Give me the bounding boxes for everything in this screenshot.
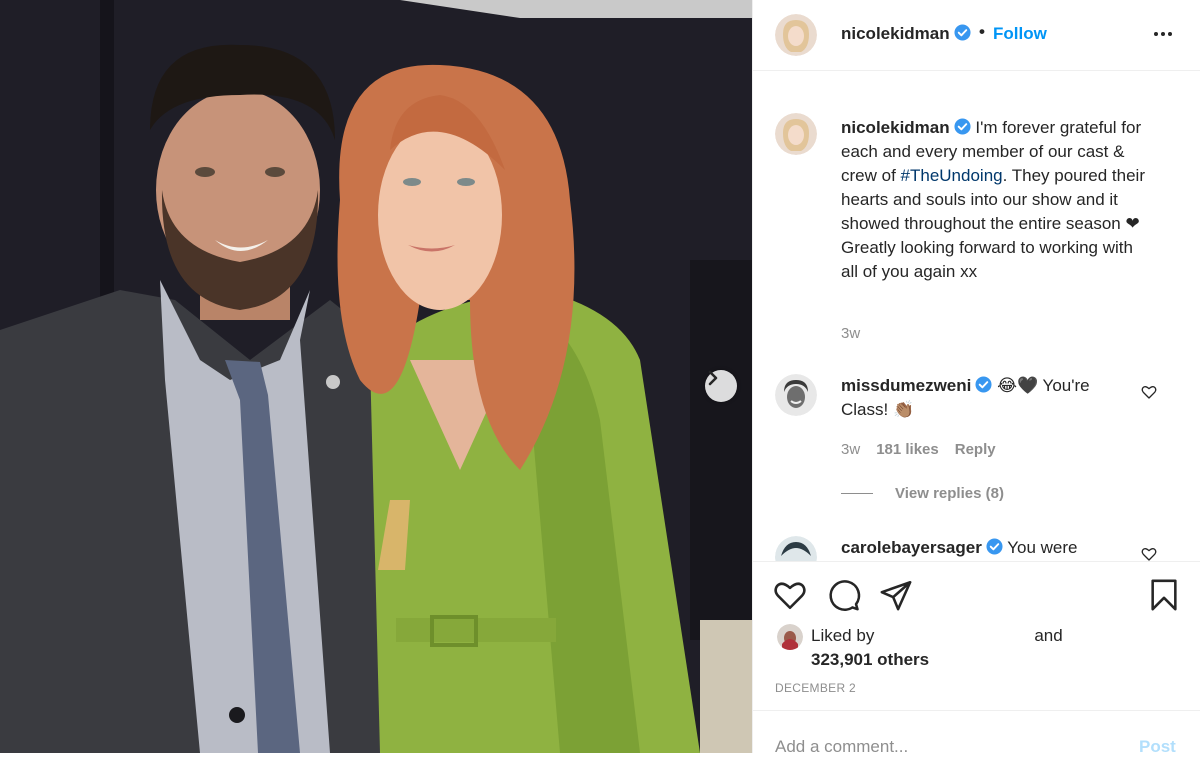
more-icon: [1154, 32, 1172, 36]
commenter-avatar[interactable]: [775, 536, 817, 561]
post-header: nicolekidman • Follow: [753, 0, 1200, 71]
commenter-avatar[interactable]: [775, 374, 817, 416]
comment-like-button[interactable]: [1141, 546, 1157, 561]
caption-author-avatar[interactable]: [775, 113, 817, 155]
comment-input[interactable]: [775, 737, 1105, 757]
comment-button[interactable]: [827, 578, 861, 617]
reply-button[interactable]: Reply: [955, 441, 996, 458]
next-photo-button[interactable]: [705, 370, 737, 402]
comment-like-button[interactable]: [1141, 384, 1157, 405]
liked-by-text: Liked by and 323,901 others: [811, 624, 1151, 672]
separator-dot: •: [979, 22, 985, 41]
comment-likes-count[interactable]: 181 likes: [876, 441, 939, 458]
hashtag-link[interactable]: #TheUndoing: [901, 166, 1003, 185]
liked-by-prefix: Liked by: [811, 626, 875, 645]
caption-timestamp[interactable]: 3w: [841, 325, 860, 342]
comment-timestamp[interactable]: 3w: [841, 441, 860, 458]
like-button[interactable]: [773, 578, 807, 617]
verified-badge-icon: [986, 538, 1003, 555]
likes-count-link[interactable]: 323,901 others: [811, 650, 929, 669]
heart-icon: [774, 582, 806, 610]
heart-outline-icon: [1141, 548, 1157, 561]
paper-plane-icon: [880, 580, 912, 611]
bookmark-icon: [1151, 579, 1177, 611]
comments-section[interactable]: nicolekidman I'm forever grateful for ea…: [753, 71, 1200, 561]
chevron-right-icon: [708, 370, 718, 386]
liked-by-avatar[interactable]: [777, 624, 803, 650]
view-replies-button[interactable]: View replies (8): [841, 485, 1004, 502]
replies-divider-line: [841, 493, 873, 494]
comment-author[interactable]: carolebayersager: [841, 538, 982, 557]
post-side-panel: nicolekidman • Follow nicolekidman I'm f…: [752, 0, 1200, 757]
more-options-button[interactable]: [1151, 22, 1175, 46]
author-avatar[interactable]: [775, 14, 817, 56]
verified-badge-icon: [954, 118, 971, 135]
post-comment-button[interactable]: Post: [1139, 737, 1176, 757]
verified-badge-icon: [954, 24, 971, 41]
comment-meta: 3w 181 likes Reply: [841, 441, 996, 458]
comment-bubble-icon: [829, 580, 861, 611]
comment-text: carolebayersager You were: [841, 536, 1141, 560]
author-username[interactable]: nicolekidman: [841, 24, 971, 44]
comment-author[interactable]: missdumezweni: [841, 376, 971, 395]
view-replies-label: View replies (8): [895, 485, 1004, 502]
heart-outline-icon: [1141, 386, 1157, 399]
share-button[interactable]: [879, 578, 913, 617]
comment-body: You were: [1002, 538, 1078, 557]
save-button[interactable]: [1147, 578, 1181, 617]
photo-image: [0, 0, 752, 753]
comment-text: missdumezweni 😂🖤 You're Class! 👏🏽: [841, 374, 1141, 422]
verified-badge-icon: [975, 376, 992, 393]
add-comment-bar: Post: [753, 710, 1200, 757]
post-actions: Liked by and 323,901 others DECEMBER 2: [753, 561, 1200, 695]
liked-by-and: and: [1034, 626, 1063, 645]
follow-button[interactable]: Follow: [993, 24, 1047, 44]
post-caption: nicolekidman I'm forever grateful for ea…: [841, 116, 1151, 284]
post-date[interactable]: DECEMBER 2: [775, 681, 856, 695]
post-photo: [0, 0, 752, 753]
caption-author[interactable]: nicolekidman: [841, 118, 950, 137]
